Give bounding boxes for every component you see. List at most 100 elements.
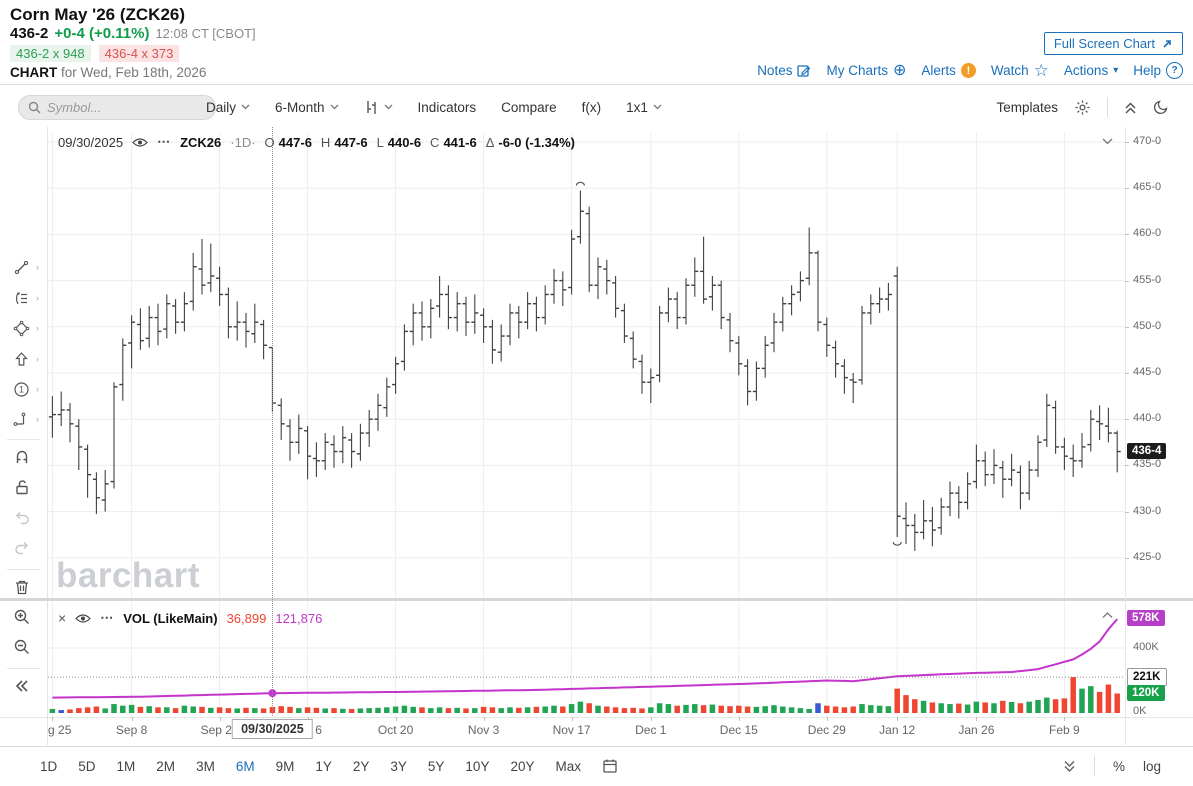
collapse-pane-chevron[interactable] [1102, 138, 1113, 145]
range-button-5d[interactable]: 5D [78, 759, 95, 774]
ohlc-bar [612, 275, 620, 318]
numbered-label-tool-icon[interactable]: 1 [13, 381, 30, 398]
zoom-in-icon[interactable] [13, 608, 31, 626]
symbol-search-input[interactable]: Symbol... [18, 95, 216, 120]
volume-bar [436, 707, 443, 713]
volume-bar [366, 708, 372, 713]
collapse-toolbar-icon[interactable] [1124, 101, 1137, 114]
tool-expand-chevron[interactable]: › [36, 354, 39, 364]
eye-icon[interactable] [75, 613, 92, 624]
bid-ask-row: 436-2 x 948 436-4 x 373 [10, 45, 180, 62]
volume-bar [472, 708, 478, 713]
indicators-button[interactable]: Indicators [418, 100, 477, 115]
redo-icon[interactable] [13, 538, 31, 556]
volume-bar [120, 705, 126, 713]
volume-bar [67, 709, 73, 713]
volume-bar [1105, 684, 1112, 713]
range-button-1m[interactable]: 1M [117, 759, 136, 774]
ohlc-bar [990, 449, 998, 484]
my-charts-link[interactable]: My Charts ⊕ [826, 62, 906, 78]
fx-button[interactable]: f(x) [582, 100, 602, 115]
volume-bar [912, 699, 918, 713]
calendar-icon[interactable] [602, 758, 618, 774]
volume-bar [727, 706, 733, 713]
tool-expand-chevron[interactable]: › [36, 384, 39, 394]
date-axis[interactable]: Aug 25Sep 8Sep 22Oct 6Oct 20Nov 3Nov 17D… [48, 717, 1125, 746]
log-scale-toggle[interactable]: log [1143, 759, 1161, 774]
range-button-2y[interactable]: 2Y [353, 759, 370, 774]
chevron-down-icon [241, 104, 250, 110]
tool-expand-chevron[interactable]: › [36, 293, 39, 303]
ohlc-bar [603, 259, 611, 295]
templates-button[interactable]: Templates [996, 100, 1058, 115]
volume-bar [1052, 699, 1059, 713]
volume-bar [445, 708, 452, 713]
delete-drawings-icon[interactable] [13, 578, 31, 596]
ohlc-bar [427, 299, 435, 339]
range-button-2m[interactable]: 2M [156, 759, 175, 774]
eye-icon[interactable] [132, 137, 148, 148]
close-value: 441-6 [443, 134, 477, 150]
full-screen-chart-button[interactable]: Full Screen Chart [1043, 32, 1183, 55]
range-button-6m[interactable]: 6M [236, 759, 255, 774]
axis-tick [1125, 419, 1129, 421]
range-button-5y[interactable]: 5Y [428, 759, 445, 774]
tool-expand-chevron[interactable]: › [36, 414, 39, 424]
magnet-tool-icon[interactable] [13, 448, 31, 466]
expand-pane-chevron[interactable] [1102, 612, 1113, 619]
open-value: 447-6 [278, 134, 312, 150]
layout-dropdown[interactable]: 1x1 [626, 100, 662, 115]
range-button-10y[interactable]: 10Y [465, 759, 489, 774]
notes-link[interactable]: Notes [757, 63, 811, 78]
undo-icon[interactable] [13, 508, 31, 526]
pane-divider[interactable] [0, 598, 1193, 601]
dark-mode-moon-icon[interactable] [1153, 99, 1169, 115]
range-button-20y[interactable]: 20Y [510, 759, 534, 774]
period-dropdown[interactable]: Daily [206, 100, 250, 115]
watch-link[interactable]: Watch ☆ [991, 62, 1049, 79]
gear-icon[interactable] [1074, 99, 1091, 116]
measure-tool-icon[interactable] [13, 411, 30, 428]
volume-bar [568, 704, 575, 713]
arrow-annotation-tool-icon[interactable] [13, 351, 30, 368]
ohlc-bar [629, 331, 637, 369]
range-button-1d[interactable]: 1D [40, 759, 57, 774]
volume-bar [1061, 698, 1068, 713]
more-options-icon[interactable]: ⋯ [100, 610, 114, 626]
range-button-1y[interactable]: 1Y [315, 759, 332, 774]
range-button-9m[interactable]: 9M [276, 759, 295, 774]
more-options-icon[interactable]: ⋯ [157, 134, 171, 150]
high-value: 447-6 [334, 134, 368, 150]
collapse-rail-icon[interactable] [13, 678, 31, 694]
tool-expand-chevron[interactable]: › [36, 262, 39, 272]
ohlc-bar [955, 486, 963, 519]
collapse-panel-down-icon[interactable] [1063, 760, 1076, 773]
compare-button[interactable]: Compare [501, 100, 557, 115]
range-button-max[interactable]: Max [555, 759, 581, 774]
volume-bar [1017, 703, 1024, 713]
range-button-3y[interactable]: 3Y [390, 759, 407, 774]
shapes-tool-icon[interactable] [13, 320, 30, 337]
percent-scale-toggle[interactable]: % [1113, 759, 1125, 774]
help-link[interactable]: Help ? [1133, 62, 1183, 79]
ohlc-bar [189, 252, 197, 311]
alerts-link[interactable]: Alerts ! [921, 63, 976, 78]
tool-expand-chevron[interactable]: › [36, 323, 39, 333]
price-chart-plot[interactable] [48, 127, 1126, 600]
fibonacci-tool-icon[interactable] [13, 290, 30, 307]
trendline-tool-icon[interactable] [13, 259, 30, 276]
zoom-out-icon[interactable] [13, 638, 31, 656]
volume-bar [93, 706, 100, 713]
actions-menu[interactable]: Actions ▾ [1064, 63, 1118, 78]
range-dropdown[interactable]: 6-Month [275, 100, 339, 115]
ohlc-bar [136, 308, 144, 350]
bar-type-dropdown[interactable] [364, 99, 393, 115]
unlock-tool-icon[interactable] [13, 478, 31, 496]
volume-bar [128, 704, 135, 713]
volume-bar [630, 707, 636, 713]
range-button-3m[interactable]: 3M [196, 759, 215, 774]
close-study-icon[interactable]: × [58, 610, 66, 626]
ohlc-bar [216, 266, 224, 307]
ohlc-bar [576, 190, 584, 244]
date-axis-label: Nov 17 [552, 723, 591, 737]
